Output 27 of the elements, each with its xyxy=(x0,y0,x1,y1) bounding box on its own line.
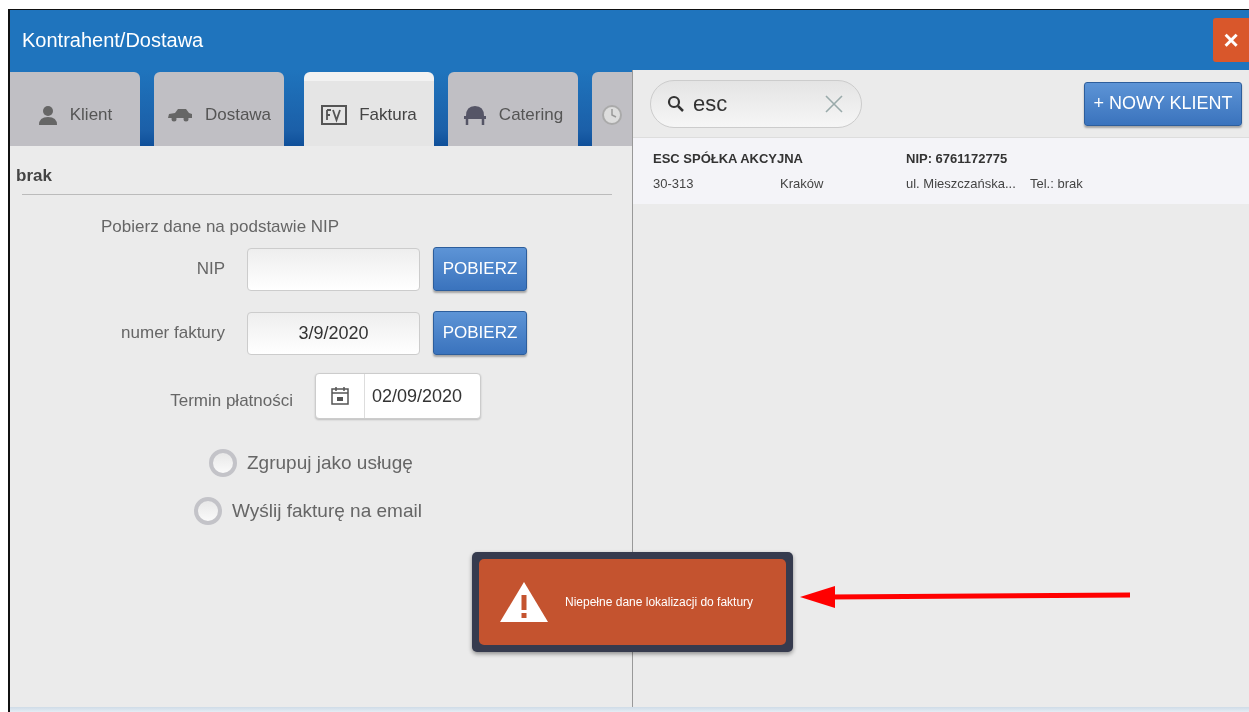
company-name: ESC SPÓŁKA AKCYJNA xyxy=(653,150,804,166)
company-nip: NIP: 6761172775 xyxy=(906,150,1009,166)
tab[interactable]: Dostawa xyxy=(154,72,284,146)
date-field[interactable]: 02/09/2020 xyxy=(315,373,481,419)
phone: Tel.: brak xyxy=(1030,175,1084,191)
postal-code: 30-313 xyxy=(653,175,695,191)
input-field[interactable]: 3/9/2020 xyxy=(247,311,420,355)
street: ul. Mieszczańska... xyxy=(906,175,1017,191)
city: Kraków xyxy=(780,175,825,191)
search-field[interactable]: esc xyxy=(650,79,862,128)
client-name: brak xyxy=(15,165,53,187)
field-label: NIP xyxy=(195,259,225,279)
new-client-button[interactable]: + NOWY KLIENT xyxy=(1084,81,1242,126)
close-button[interactable]: × xyxy=(1213,18,1249,62)
fetch-button[interactable]: POBIERZ xyxy=(433,247,527,291)
fetch-button[interactable]: POBIERZ xyxy=(433,311,527,355)
tab[interactable]: Faktura xyxy=(304,72,434,146)
result-row[interactable]: ESC SPÓŁKA AKCYJNA NIP: 6761172775 30-313 Kraków ul. Mieszczańska... Tel.: brak xyxy=(633,138,1249,204)
tab[interactable]: Catering xyxy=(448,72,578,146)
field-label: Termin płatności xyxy=(169,391,293,411)
option-label: Wyślij fakturę na email xyxy=(232,500,422,522)
option-label: Zgrupuj jako usługę xyxy=(247,452,413,474)
tab[interactable]: Klient xyxy=(10,72,140,146)
toast-message: Niepełne dane lokalizacji do faktury xyxy=(565,595,754,609)
window-title: Kontrahent/Dostawa xyxy=(22,28,204,52)
field-label: numer faktury xyxy=(120,323,225,343)
section-heading: Pobierz dane na podstawie NIP xyxy=(101,217,341,237)
